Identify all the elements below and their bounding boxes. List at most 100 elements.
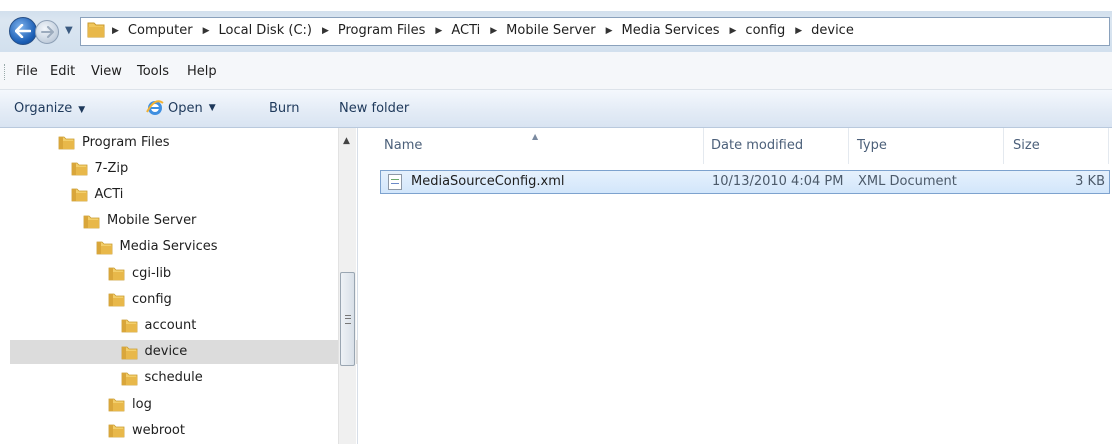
menu-help[interactable]: Help bbox=[187, 64, 217, 79]
column-header-size[interactable]: Size bbox=[1013, 138, 1040, 153]
breadcrumb-separator-icon[interactable]: ▶ bbox=[112, 26, 119, 36]
menu-tools[interactable]: Tools bbox=[137, 64, 169, 79]
internet-explorer-icon bbox=[146, 100, 164, 115]
folder-icon bbox=[108, 266, 125, 281]
tree-item-7-zip[interactable]: 7-Zip bbox=[71, 156, 128, 180]
file-list: ▲ Name Date modified Type Size MediaSour… bbox=[358, 128, 1112, 444]
menu-bar: File Edit View Tools Help bbox=[0, 52, 1112, 90]
breadcrumb-separator-icon[interactable]: ▶ bbox=[203, 26, 210, 36]
menu-file[interactable]: File bbox=[16, 64, 38, 79]
breadcrumb-separator-icon[interactable]: ▶ bbox=[435, 26, 442, 36]
breadcrumb-separator-icon[interactable]: ▶ bbox=[322, 26, 329, 36]
command-bar: Organize ▼ Open ▼ Burn New folder bbox=[0, 90, 1112, 128]
navigation-scrollbar[interactable]: ▲ bbox=[338, 128, 356, 444]
chevron-down-icon: ▼ bbox=[208, 103, 216, 113]
tree-item-label: device bbox=[144, 344, 188, 360]
file-date: 10/13/2010 4:04 PM bbox=[712, 174, 844, 189]
tree-item-label: log bbox=[132, 396, 152, 412]
tree-item-log[interactable]: log bbox=[108, 392, 152, 416]
column-header-type[interactable]: Type bbox=[857, 138, 887, 153]
tree-item-label: schedule bbox=[144, 370, 203, 386]
table-row[interactable]: MediaSourceConfig.xml 10/13/2010 4:04 PM… bbox=[380, 170, 1110, 194]
column-header-row: Name Date modified Type Size bbox=[358, 128, 1110, 164]
tree-item-account[interactable]: account bbox=[121, 313, 196, 337]
new-folder-button[interactable]: New folder bbox=[339, 101, 409, 116]
tree-item-label: Program Files bbox=[82, 134, 170, 150]
tree-item-config[interactable]: config bbox=[108, 287, 172, 311]
breadcrumb-label: ACTi bbox=[451, 23, 481, 38]
scrollbar-thumb[interactable] bbox=[340, 272, 355, 366]
breadcrumb-item[interactable]: ▶ config bbox=[730, 23, 796, 38]
breadcrumb-item[interactable]: ▶ Computer bbox=[112, 23, 203, 38]
tree-item-label: config bbox=[132, 291, 172, 307]
folder-icon bbox=[87, 22, 105, 38]
breadcrumb-label: config bbox=[745, 23, 786, 38]
address-bar-region: ▼ ▶ Computer ▶ Local Disk (C:) ▶ Program File… bbox=[0, 0, 1112, 52]
tree-item-acti[interactable]: ACTi bbox=[71, 182, 124, 206]
burn-button[interactable]: Burn bbox=[269, 101, 300, 116]
menu-grip bbox=[4, 64, 8, 80]
folder-icon bbox=[96, 240, 113, 255]
tree-item-mobile-server[interactable]: Mobile Server bbox=[83, 209, 196, 233]
tree-item-program-files[interactable]: Program Files bbox=[58, 130, 170, 154]
tree-item-label: Mobile Server bbox=[107, 213, 197, 229]
file-name: MediaSourceConfig.xml bbox=[411, 174, 565, 189]
tree-item-label: Media Services bbox=[119, 239, 218, 255]
open-button[interactable]: Open ▼ bbox=[146, 99, 216, 117]
file-size: 3 KB bbox=[1075, 174, 1105, 189]
recent-pages-dropdown[interactable]: ▼ bbox=[65, 25, 73, 36]
breadcrumb-label: Media Services bbox=[621, 23, 720, 38]
tree-item-cgi-lib[interactable]: cgi-lib bbox=[108, 261, 171, 285]
back-arrow-icon bbox=[15, 24, 31, 38]
breadcrumb-separator-icon[interactable]: ▶ bbox=[795, 26, 802, 36]
folder-icon bbox=[58, 135, 75, 150]
forward-button[interactable] bbox=[35, 20, 59, 44]
column-header-name[interactable]: Name bbox=[384, 138, 422, 153]
tree-item-label: webroot bbox=[132, 422, 185, 438]
breadcrumb-label: Mobile Server bbox=[506, 23, 596, 38]
tree-item-label: ACTi bbox=[94, 186, 124, 202]
file-type: XML Document bbox=[858, 174, 957, 189]
breadcrumb-item[interactable]: ▶ Mobile Server bbox=[490, 23, 605, 38]
breadcrumb-label: Local Disk (C:) bbox=[218, 23, 312, 38]
breadcrumb-separator-icon[interactable]: ▶ bbox=[606, 26, 613, 36]
tree-item-label: cgi-lib bbox=[132, 265, 172, 281]
tree-item-media-services[interactable]: Media Services bbox=[96, 235, 218, 259]
xml-file-icon bbox=[388, 174, 402, 190]
chevron-down-icon: ▼ bbox=[78, 105, 86, 115]
breadcrumb-item[interactable]: ▶ device bbox=[795, 23, 864, 38]
folder-icon bbox=[83, 214, 100, 228]
breadcrumb-item[interactable]: ▶ ACTi bbox=[435, 23, 490, 38]
breadcrumb-item[interactable]: ▶ Media Services bbox=[606, 23, 730, 38]
column-divider[interactable] bbox=[703, 128, 704, 164]
folder-icon bbox=[121, 371, 138, 386]
scroll-up-icon[interactable]: ▲ bbox=[343, 136, 350, 146]
open-label: Open bbox=[168, 100, 203, 116]
column-divider[interactable] bbox=[848, 128, 849, 164]
folder-icon bbox=[71, 161, 88, 176]
grip-icon bbox=[345, 315, 351, 324]
breadcrumb-item[interactable]: ▶ Program Files bbox=[322, 23, 435, 38]
folder-icon bbox=[108, 423, 125, 438]
tree-item-webroot[interactable]: webroot bbox=[108, 418, 185, 442]
column-divider[interactable] bbox=[1108, 128, 1109, 164]
breadcrumb-label: Computer bbox=[127, 23, 193, 38]
breadcrumb-separator-icon[interactable]: ▶ bbox=[490, 26, 497, 36]
menu-view[interactable]: View bbox=[91, 64, 122, 79]
organize-button[interactable]: Organize ▼ bbox=[14, 101, 85, 116]
menu-edit[interactable]: Edit bbox=[50, 64, 75, 79]
breadcrumb-separator-icon[interactable]: ▶ bbox=[730, 26, 737, 36]
forward-arrow-icon bbox=[41, 26, 54, 38]
column-divider[interactable] bbox=[1003, 128, 1004, 164]
tree-item-schedule[interactable]: schedule bbox=[121, 366, 203, 390]
breadcrumb-item[interactable]: ▶ Local Disk (C:) bbox=[203, 23, 322, 38]
folder-icon bbox=[121, 345, 138, 359]
folder-icon bbox=[121, 318, 138, 333]
folder-icon bbox=[108, 397, 125, 412]
column-header-date[interactable]: Date modified bbox=[711, 138, 803, 153]
breadcrumb-label: device bbox=[811, 23, 854, 38]
folder-icon bbox=[71, 187, 88, 202]
back-button[interactable] bbox=[9, 17, 37, 45]
window-top-edge bbox=[0, 0, 1112, 11]
breadcrumb-label: Program Files bbox=[337, 23, 426, 38]
